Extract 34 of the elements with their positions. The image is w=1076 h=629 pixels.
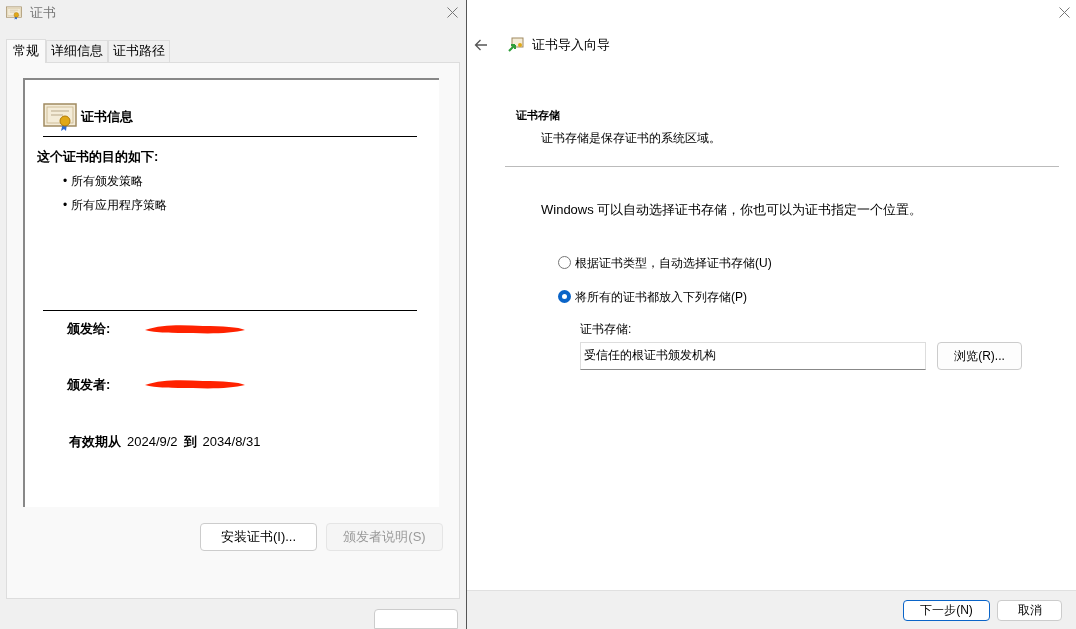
browse-button[interactable]: 浏览(R)... <box>937 341 1022 370</box>
close-icon[interactable] <box>447 7 458 19</box>
close-icon[interactable] <box>1059 7 1070 18</box>
footer-button[interactable]: 取消 <box>997 599 1062 621</box>
radio-button[interactable] <box>558 290 571 303</box>
field-label: 颁发者: <box>67 375 112 394</box>
info-title: 证书信息 <box>81 107 133 126</box>
validity-label: 有效期从 <box>69 433 121 452</box>
store-label: 证书存储: <box>580 320 633 338</box>
tab[interactable]: 详细信息 <box>46 39 108 62</box>
certificate-icon <box>43 101 77 132</box>
certificate-icon <box>6 5 22 20</box>
section-title: 证书存储 <box>516 107 561 123</box>
validity-label: 到 <box>183 433 197 452</box>
radio-label[interactable]: 将所有的证书都放入下列存储(P) <box>575 287 747 306</box>
footer-button[interactable]: 下一步(N) <box>903 599 990 621</box>
radio-label[interactable]: 根据证书类型，自动选择证书存储(U) <box>575 253 772 272</box>
radio-button[interactable] <box>558 256 571 269</box>
wizard-title: 证书导入向导 <box>532 36 610 54</box>
tab[interactable]: 证书路径 <box>108 39 170 62</box>
store-field[interactable]: 受信任的根证书颁发机构 <box>580 341 926 370</box>
window-title: 证书 <box>30 4 56 23</box>
purpose-heading: 这个证书的目的如下: <box>37 147 160 166</box>
section-description: 证书存储是保存证书的系统区域。 <box>541 130 722 147</box>
intro-text: Windows 可以自动选择证书存储，你也可以为证书指定一个位置。 <box>541 201 924 219</box>
validity-date: 2024/9/2 <box>127 433 178 452</box>
back-arrow-icon[interactable] <box>474 38 488 51</box>
certificate-import-icon <box>508 36 524 53</box>
purpose-item: • 所有应用程序策略 <box>63 197 168 215</box>
purpose-item: • 所有颁发策略 <box>63 173 144 191</box>
tab[interactable]: 常规 <box>6 38 46 63</box>
field-label: 颁发给: <box>67 320 112 339</box>
dialog-button[interactable]: 安装证书(I)... <box>200 522 317 551</box>
validity-date: 2034/8/31 <box>202 433 261 452</box>
